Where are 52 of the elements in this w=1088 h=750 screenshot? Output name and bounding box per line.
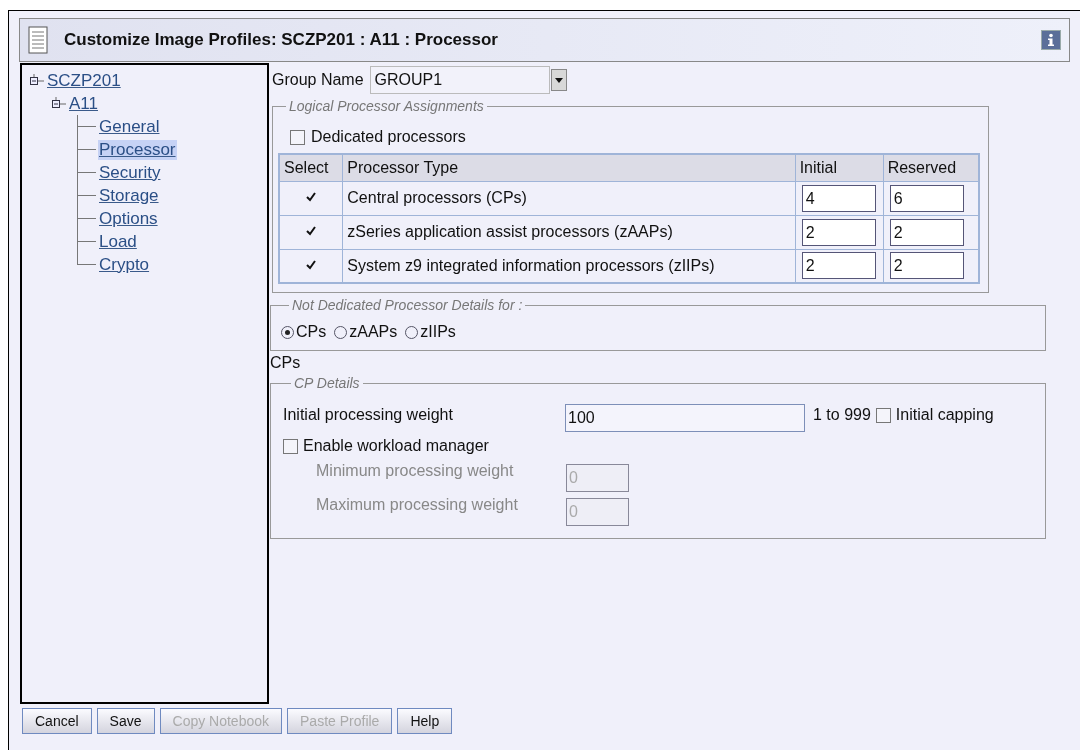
group-legend: Not Dedicated Processor Details for : [289,295,526,316]
field-label: Maximum processing weight [316,495,519,515]
field-label: Initial processing weight [283,405,454,425]
checkbox[interactable] [290,129,305,145]
tree-item[interactable]: Load [98,231,138,252]
section-label: CPs [270,353,302,373]
table-cell: Central processors (CPs) [342,181,796,215]
info-icon[interactable] [1041,30,1061,50]
radio-option[interactable]: zAAPs [334,320,398,344]
collapse-icon[interactable] [30,73,46,88]
column-header: Select [279,154,343,181]
button[interactable]: Cancel [22,708,92,734]
checkbox-label: Initial capping [895,405,994,425]
input-field[interactable]: 2 [889,252,964,280]
tree-item[interactable]: Crypto [98,254,151,275]
field-label: Group Name [272,70,364,90]
tree-line-icon [74,207,98,230]
tree-item[interactable]: Options [98,208,159,229]
checkbox-label: Enable workload manager [303,436,489,456]
tree-line-icon [74,184,98,207]
tree-item[interactable]: General [98,116,161,137]
input-field[interactable]: 100 [565,404,805,432]
range-hint: 1 to 999 [813,405,871,425]
group-legend: CP Details [291,373,363,394]
group-legend: Logical Processor Assignments [286,96,487,117]
tree-line-icon [74,161,98,184]
tree-item[interactable]: SCZP201 [46,70,122,91]
input-field[interactable]: 2 [801,252,876,280]
button[interactable]: Help [397,708,453,734]
column-header: Initial [795,154,884,181]
field-label: Minimum processing weight [316,461,515,481]
tree-line-icon [74,138,98,161]
table-cell: zSeries application assist processors (zAAPs) [342,215,796,249]
input-field[interactable]: 6 [889,184,964,212]
tree-item[interactable]: Processor [98,139,177,160]
button[interactable]: Save [96,708,155,734]
tree-item[interactable]: Security [98,162,162,183]
checkbox[interactable] [875,407,891,423]
tree-item[interactable]: Storage [98,185,160,206]
window-title: Customize Image Profiles: SCZP201 : A11 : Processor [64,29,499,52]
input-field[interactable]: 2 [801,218,876,246]
column-header: Processor Type [342,154,796,181]
document-icon [28,26,48,54]
tree-item[interactable]: A11 [68,93,99,114]
tree-line-icon [74,115,98,138]
input-field[interactable]: 2 [889,218,964,246]
checkbox[interactable] [283,438,298,454]
checkbox-label: Dedicated processors [311,127,466,147]
radio-option[interactable]: CPs [281,320,327,344]
collapse-icon[interactable] [52,96,68,111]
radio-option[interactable]: zIIPs [405,320,456,344]
input-field[interactable]: 4 [801,184,876,212]
